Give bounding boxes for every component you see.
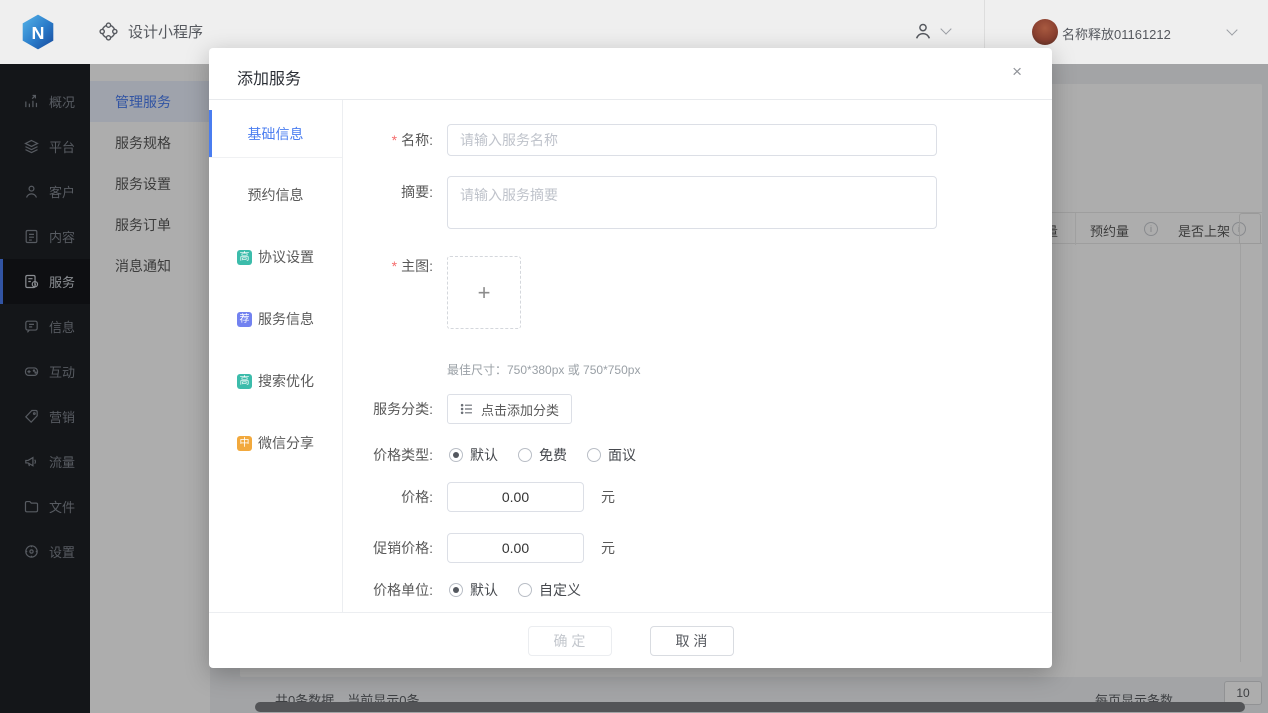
add-service-modal: 添加服务 × 基础信息 预约信息 高 协议设置 荐 服务信息 高 搜索优化 中 … [209, 48, 1052, 668]
promo-price-label: 促销价格: [373, 540, 433, 556]
nav-app-switcher[interactable]: 设计小程序 [98, 21, 203, 42]
radio-price-default[interactable]: 默认 [449, 445, 498, 465]
tab-label: 搜索优化 [258, 373, 314, 389]
radio-unit-custom[interactable]: 自定义 [518, 580, 581, 600]
radio-dot-icon [518, 583, 532, 597]
confirm-button[interactable]: 确 定 [527, 625, 612, 656]
price-unit-label: 价格单位: [373, 582, 433, 598]
price-type-radio-group: 默认 免费 面议 [449, 439, 636, 471]
modal-footer: 确 定 取 消 [209, 612, 1052, 668]
radio-dot-icon [587, 448, 601, 462]
plus-icon: + [477, 279, 491, 305]
name-label: * 名称: [391, 132, 433, 148]
app-chain-icon [99, 22, 118, 41]
promo-price-unit-yuan: 元 [601, 540, 615, 556]
user-chevron-down-icon[interactable] [1226, 24, 1238, 36]
cancel-button[interactable]: 取 消 [649, 625, 734, 656]
promo-price-input[interactable] [447, 533, 584, 563]
list-icon [460, 403, 472, 415]
required-asterisk: * [391, 132, 398, 148]
tab-label: 服务信息 [258, 311, 314, 327]
image-size-hint: 最佳尺寸：750*380px 或 750*750px [447, 363, 641, 377]
summary-label: 摘要: [401, 184, 433, 200]
name-input[interactable] [447, 124, 937, 156]
person-icon [915, 23, 931, 39]
tab-badge: 荐 [237, 311, 252, 327]
price-unit-yuan: 元 [601, 489, 615, 505]
price-label: 价格: [401, 489, 433, 505]
nav-app-title: 设计小程序 [128, 24, 204, 41]
main-image-label: * 主图: [391, 258, 433, 274]
svg-text:N: N [32, 23, 45, 43]
chevron-down-icon [940, 23, 952, 35]
price-input[interactable] [447, 482, 584, 512]
add-category-label: 点击添加分类 [481, 402, 560, 418]
close-icon[interactable]: × [1012, 63, 1022, 80]
radio-dot-icon [449, 583, 463, 597]
category-label: 服务分类: [373, 401, 433, 417]
radio-price-free[interactable]: 免费 [518, 445, 567, 465]
user-name[interactable]: 名称释放01161212 [1062, 24, 1178, 43]
summary-textarea[interactable] [447, 176, 937, 229]
user-avatar[interactable] [1032, 19, 1058, 45]
radio-dot-icon [449, 448, 463, 462]
add-category-button[interactable]: 点击添加分类 [447, 394, 573, 424]
app: N 设计小程序 名称释放01161212 概况 平台 客户 内容 服务 信息 互… [0, 0, 1268, 713]
account-menu[interactable] [912, 20, 952, 42]
brand-logo-icon[interactable]: N [19, 13, 57, 51]
radio-dot-icon [518, 448, 532, 462]
required-asterisk: * [391, 258, 398, 274]
tab-service-info[interactable]: 荐 服务信息 [209, 295, 342, 343]
radio-unit-default[interactable]: 默认 [449, 580, 498, 600]
tab-badge: 高 [237, 373, 252, 389]
image-upload-box[interactable]: + [447, 256, 521, 329]
price-unit-radio-group: 默认 自定义 [449, 574, 581, 606]
price-type-label: 价格类型: [373, 447, 433, 463]
radio-price-negotiable[interactable]: 面议 [587, 445, 636, 465]
